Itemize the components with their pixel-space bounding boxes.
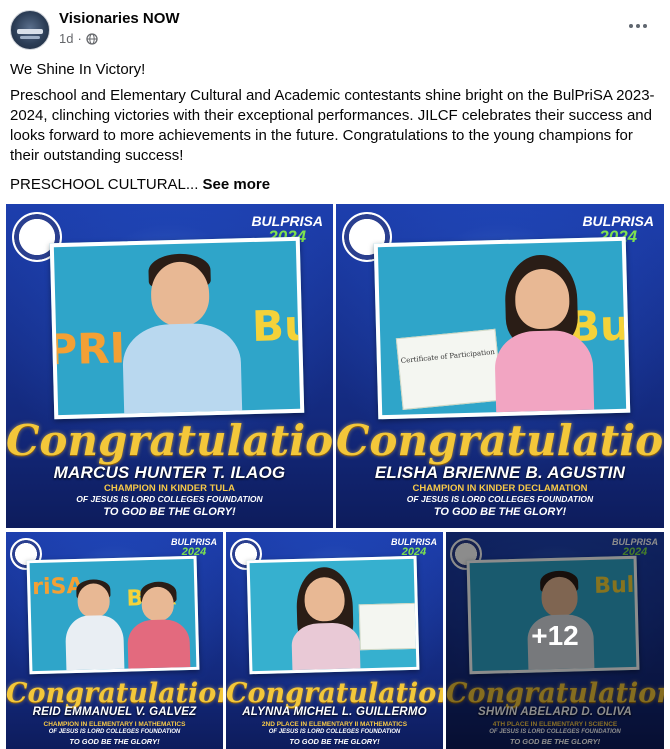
see-more-link[interactable]: See more: [203, 176, 271, 193]
student-award: CHAMPION IN ELEMENTARY I MATHEMATICS: [43, 721, 186, 728]
meta-separator: ·: [77, 31, 82, 46]
congrats-banner: Congratulations: [336, 416, 664, 465]
avatar-graphic-detail: [20, 36, 40, 39]
photo-frame: riSA BPR: [26, 555, 200, 675]
student-photo: [62, 579, 125, 675]
certificate: [358, 602, 420, 651]
gallery-photo-4[interactable]: BULPRISA 2024 Congratulations ALYNNA MIC…: [226, 532, 443, 749]
post-headline: We Shine In Victory!: [10, 61, 146, 78]
page-avatar[interactable]: [10, 10, 50, 50]
student-photo: [114, 252, 248, 420]
school-org: OF JESUS IS LORD COLLEGES FOUNDATION: [76, 494, 263, 504]
school-org: OF JESUS IS LORD COLLEGES FOUNDATION: [406, 494, 594, 504]
post-header: Visionaries NOW 1d ·: [0, 0, 670, 56]
gallery-photo-5[interactable]: BULPRISA 2024 BulP Congratulations SHWIN…: [446, 532, 664, 749]
student-award: 2ND PLACE IN ELEMENTARY II MATHEMATICS: [261, 721, 408, 728]
student-name: ELISHA BRIENNE B. AGUSTIN: [374, 463, 626, 482]
gallery-photo-3[interactable]: BULPRISA 2024 riSA BPR Congratulations R…: [6, 532, 223, 749]
post-truncated-text: PRESCHOOL CULTURAL...: [10, 176, 199, 193]
glory-text: TO GOD BE THE GLORY!: [433, 506, 567, 518]
school-org: OF JESUS IS LORD COLLEGES FOUNDATION: [268, 729, 401, 735]
gallery-photo-2[interactable]: BULPRISA 2024 Bul Certificate of Partici…: [336, 204, 664, 528]
post-body: Preschool and Elementary Cultural and Ac…: [10, 87, 655, 164]
glory-text: TO GOD BE THE GLORY!: [103, 506, 236, 518]
photo-frame: [246, 555, 420, 675]
student-award: CHAMPION IN KINDER DECLAMATION: [412, 483, 588, 494]
student-name: MARCUS HUNTER T. ILAOG: [53, 463, 286, 482]
more-photos-count: +12: [531, 619, 579, 651]
school-org: OF JESUS IS LORD COLLEGES FOUNDATION: [48, 729, 181, 735]
page-name-link[interactable]: Visionaries NOW: [59, 10, 180, 27]
student-photo: [286, 566, 365, 675]
avatar-graphic: [17, 29, 43, 34]
student-name: ALYNNA MICHEL L. GUILLERMO: [242, 706, 427, 718]
post-meta: 1d ·: [59, 31, 98, 46]
parent-photo: [124, 581, 192, 675]
more-photos-overlay[interactable]: +12: [446, 532, 664, 749]
congrats-banner: Congratulations: [6, 678, 223, 709]
post-time[interactable]: 1d: [59, 31, 73, 46]
photo-gallery: BULPRISA 2024 PRI Bu Congratulations MAR…: [6, 204, 664, 749]
glory-text: TO GOD BE THE GLORY!: [289, 737, 380, 746]
globe-icon[interactable]: [86, 32, 98, 45]
glory-text: TO GOD BE THE GLORY!: [69, 737, 160, 746]
student-name: REID EMMANUEL V. GALVEZ: [32, 706, 197, 718]
more-options-icon[interactable]: [624, 16, 652, 36]
post-truncated-line: PRESCHOOL CULTURAL... See more: [10, 175, 660, 195]
congrats-banner: Congratulations: [226, 678, 443, 709]
student-award: CHAMPION IN KINDER TULA: [104, 483, 235, 494]
photo-frame: Bul Certificate of Participation: [373, 236, 631, 420]
gallery-photo-1[interactable]: BULPRISA 2024 PRI Bu Congratulations MAR…: [6, 204, 333, 528]
student-photo: [486, 254, 600, 420]
certificate: Certificate of Participation: [395, 328, 503, 411]
congrats-banner: Congratulations: [6, 416, 333, 465]
photo-frame: PRI Bu: [49, 236, 305, 420]
